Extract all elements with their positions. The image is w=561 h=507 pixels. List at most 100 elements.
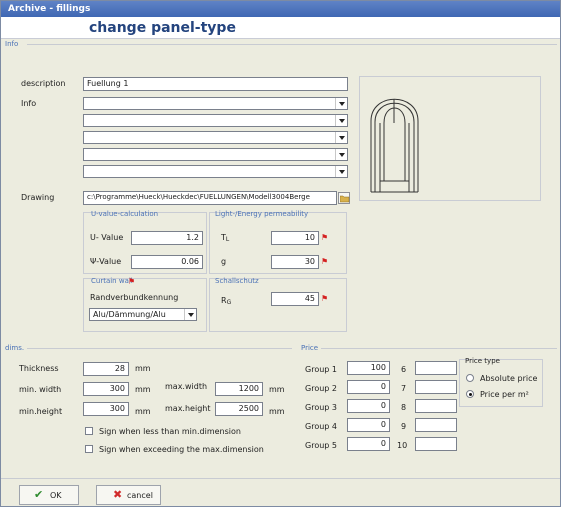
price-per-m2-label: Price per m²	[480, 390, 529, 399]
chevron-down-icon[interactable]	[335, 98, 347, 109]
tl-input[interactable]: 10	[271, 231, 319, 245]
ok-button[interactable]: ✔ OK	[19, 485, 79, 505]
window-title: Archive - fillings	[1, 1, 560, 17]
info-select-4[interactable]	[83, 148, 348, 161]
max-height-unit: mm	[269, 407, 285, 416]
description-label: description	[21, 79, 66, 88]
g-label: g	[221, 257, 227, 266]
drawing-preview	[359, 76, 541, 201]
rg-label: RG	[221, 296, 231, 306]
min-height-input[interactable]: 300	[83, 402, 129, 416]
folder-icon[interactable]	[338, 192, 350, 204]
price-group-number: 8	[401, 403, 407, 412]
min-width-label: min. width	[19, 385, 62, 394]
price-section-title: Price	[301, 344, 319, 352]
rg-input[interactable]: 45	[271, 292, 319, 306]
min-height-label: min.height	[19, 407, 63, 416]
price-group-number: 7	[401, 384, 407, 393]
price-group-label: Group 1	[305, 365, 337, 374]
price-group-number: 9	[401, 422, 407, 431]
marker-icon: ⚑	[128, 277, 136, 286]
drawing-label: Drawing	[21, 193, 55, 202]
curtain-group	[83, 278, 207, 332]
price-group-input[interactable]: 100	[347, 361, 390, 375]
close-icon: ✖	[113, 488, 123, 501]
info-select-2[interactable]	[83, 114, 348, 127]
sign-less-label: Sign when less than min.dimension	[99, 427, 241, 436]
page-title: change panel-type	[89, 20, 236, 36]
min-width-input[interactable]: 300	[83, 382, 129, 396]
max-width-input[interactable]: 1200	[215, 382, 263, 396]
cancel-label: cancel	[127, 491, 153, 500]
max-height-label: max.height	[165, 404, 211, 413]
randverbund-label: Randverbundkennung	[90, 293, 179, 302]
price-type-title: Price type	[465, 357, 500, 365]
price-group-extra-input[interactable]	[415, 437, 457, 451]
dialog-window: Archive - fillings change panel-type Inf…	[0, 0, 561, 507]
chevron-down-icon[interactable]	[335, 166, 347, 177]
price-group-input[interactable]: 0	[347, 399, 390, 413]
sign-exceed-label: Sign when exceeding the max.dimension	[99, 445, 264, 454]
price-group-extra-input[interactable]	[415, 399, 457, 413]
info-label: Info	[21, 99, 37, 108]
price-group-extra-input[interactable]	[415, 380, 457, 394]
drawing-path-input[interactable]: c:\Programme\Hueck\Hueckdec\FUELLUNGEN\M…	[83, 191, 337, 205]
price-group-input[interactable]: 0	[347, 418, 390, 432]
u-value-input[interactable]: 1.2	[131, 231, 203, 245]
chevron-down-icon[interactable]	[335, 149, 347, 160]
psi-value-label: Ψ-Value	[90, 257, 122, 266]
chevron-down-icon[interactable]	[335, 132, 347, 143]
chevron-down-icon[interactable]	[335, 115, 347, 126]
randverbund-select[interactable]: Alu/Dämmung/Alu	[89, 308, 197, 321]
info-divider	[27, 44, 557, 45]
cancel-button[interactable]: ✖ cancel	[96, 485, 161, 505]
info-select-1[interactable]	[83, 97, 348, 110]
max-width-unit: mm	[269, 385, 285, 394]
thickness-input[interactable]: 28	[83, 362, 129, 376]
footer-divider	[1, 478, 560, 479]
price-group-input[interactable]: 0	[347, 380, 390, 394]
u-value-label: U- Value	[90, 233, 124, 242]
tl-label: TL	[221, 233, 229, 243]
u-value-title: U-value-calculation	[91, 210, 159, 218]
thickness-label: Thickness	[19, 364, 59, 373]
rg-sub: G	[226, 299, 232, 306]
dims-section-title: dims.	[5, 344, 25, 352]
max-width-label: max.width	[165, 382, 208, 391]
sound-title: Schallschutz	[215, 277, 259, 285]
curtain-title: Curtain wall	[91, 277, 133, 285]
min-width-unit: mm	[135, 385, 151, 394]
info-section-title: Info	[5, 40, 19, 48]
sign-exceed-checkbox[interactable]	[85, 445, 93, 453]
dims-divider	[27, 348, 292, 349]
light-title: Light-/Energy permeability	[215, 210, 309, 218]
price-group-extra-input[interactable]	[415, 418, 457, 432]
header-panel: change panel-type	[1, 17, 560, 39]
price-group-input[interactable]: 0	[347, 437, 390, 451]
price-per-m2-radio[interactable]	[466, 390, 474, 398]
price-group-label: Group 2	[305, 384, 337, 393]
tl-sub: L	[225, 236, 230, 243]
price-divider	[321, 348, 557, 349]
psi-value-input[interactable]: 0.06	[131, 255, 203, 269]
info-select-5[interactable]	[83, 165, 348, 178]
max-height-input[interactable]: 2500	[215, 402, 263, 416]
price-group-label: Group 5	[305, 441, 337, 450]
g-input[interactable]: 30	[271, 255, 319, 269]
marker-icon: ⚑	[321, 257, 329, 266]
chevron-down-icon[interactable]	[184, 309, 196, 320]
price-group-extra-input[interactable]	[415, 361, 457, 375]
sign-less-checkbox[interactable]	[85, 427, 93, 435]
price-group-number: 6	[401, 365, 407, 374]
price-group-number: 10	[397, 441, 408, 450]
thickness-unit: mm	[135, 364, 151, 373]
marker-icon: ⚑	[321, 233, 329, 242]
price-type-group	[459, 359, 543, 407]
price-group-label: Group 3	[305, 403, 337, 412]
check-icon: ✔	[34, 488, 44, 501]
ok-label: OK	[50, 491, 62, 500]
price-group-label: Group 4	[305, 422, 337, 431]
info-select-3[interactable]	[83, 131, 348, 144]
absolute-price-radio[interactable]	[466, 374, 474, 382]
description-input[interactable]: Fuellung 1	[83, 77, 348, 91]
